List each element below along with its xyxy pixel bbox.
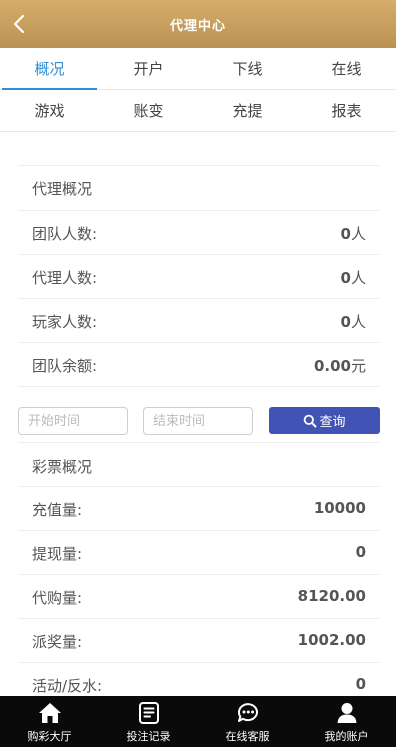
tab-overview[interactable]: 概况 <box>0 48 99 90</box>
player-count-value: 0人 <box>340 313 366 331</box>
withdraw-row: 提现量: 0 <box>18 531 380 575</box>
purchase-row: 代购量: 8120.00 <box>18 575 380 619</box>
header-bar: 代理中心 <box>0 0 396 48</box>
lottery-overview-title: 彩票概况 <box>32 458 93 476</box>
bottom-nav: 购彩大厅 投注记录 在线客服 我的账户 <box>0 696 396 747</box>
search-icon <box>304 414 317 427</box>
player-count-label: 玩家人数: <box>32 313 98 331</box>
tab-deposit-withdraw[interactable]: 充提 <box>198 90 297 131</box>
team-balance-label: 团队余额: <box>32 357 98 375</box>
back-arrow-icon[interactable] <box>8 12 32 36</box>
team-balance-row: 团队余额: 0.00元 <box>18 343 380 387</box>
rebate-label: 活动/反水: <box>32 677 103 695</box>
start-date-input[interactable] <box>18 407 128 435</box>
tab-row-1: 概况 开户 下线 在线 <box>0 48 396 90</box>
rebate-value: 0 <box>355 675 366 693</box>
team-count-value: 0人 <box>340 225 366 243</box>
query-button[interactable]: 查询 <box>269 407 380 434</box>
tab-game[interactable]: 游戏 <box>0 90 99 131</box>
rebate-row: 活动/反水: 0 <box>18 663 380 696</box>
deposit-value: 10000 <box>313 499 366 517</box>
agent-count-label: 代理人数: <box>32 269 98 287</box>
team-balance-value: 0.00元 <box>313 357 366 375</box>
nav-customer-service[interactable]: 在线客服 <box>198 696 297 747</box>
purchase-label: 代购量: <box>32 589 83 607</box>
payout-row: 派奖量: 1002.00 <box>18 619 380 663</box>
divider <box>18 165 380 166</box>
main-content: 代理概况 团队人数: 0人 代理人数: 0人 玩家人数: 0人 团队余额: 0.… <box>0 132 396 696</box>
nav-lottery-hall-label: 购彩大厅 <box>27 730 72 743</box>
player-count-row: 玩家人数: 0人 <box>18 299 380 343</box>
home-icon <box>38 703 61 723</box>
agent-count-row: 代理人数: 0人 <box>18 255 380 299</box>
payout-label: 派奖量: <box>32 633 83 651</box>
end-date-input[interactable] <box>143 407 253 435</box>
user-icon <box>337 703 356 723</box>
deposit-label: 充值量: <box>32 501 83 519</box>
nav-my-account[interactable]: 我的账户 <box>297 696 396 747</box>
tab-downline[interactable]: 下线 <box>198 48 297 89</box>
tab-bar: 概况 开户 下线 在线 游戏 账变 充提 报表 <box>0 48 396 132</box>
team-count-row: 团队人数: 0人 <box>18 211 380 255</box>
deposit-row: 充值量: 10000 <box>18 487 380 531</box>
page-title: 代理中心 <box>169 18 226 34</box>
nav-bet-records-label: 投注记录 <box>126 730 171 743</box>
tab-report[interactable]: 报表 <box>297 90 396 131</box>
divider <box>18 442 380 443</box>
purchase-value: 8120.00 <box>297 587 366 605</box>
tab-open-account[interactable]: 开户 <box>99 48 198 89</box>
withdraw-value: 0 <box>355 543 366 561</box>
withdraw-label: 提现量: <box>32 545 83 563</box>
tab-row-2: 游戏 账变 充提 报表 <box>0 90 396 132</box>
query-button-label: 查询 <box>319 415 346 430</box>
tab-account-change[interactable]: 账变 <box>99 90 198 131</box>
tab-online[interactable]: 在线 <box>297 48 396 89</box>
payout-value: 1002.00 <box>297 631 366 649</box>
document-icon <box>138 702 159 724</box>
nav-my-account-label: 我的账户 <box>324 730 369 743</box>
nav-lottery-hall[interactable]: 购彩大厅 <box>0 696 99 747</box>
nav-customer-service-label: 在线客服 <box>225 730 270 743</box>
chat-icon <box>237 703 258 722</box>
agent-overview-title: 代理概况 <box>32 180 93 198</box>
agent-count-value: 0人 <box>340 269 366 287</box>
team-count-label: 团队人数: <box>32 225 98 243</box>
nav-bet-records[interactable]: 投注记录 <box>99 696 198 747</box>
